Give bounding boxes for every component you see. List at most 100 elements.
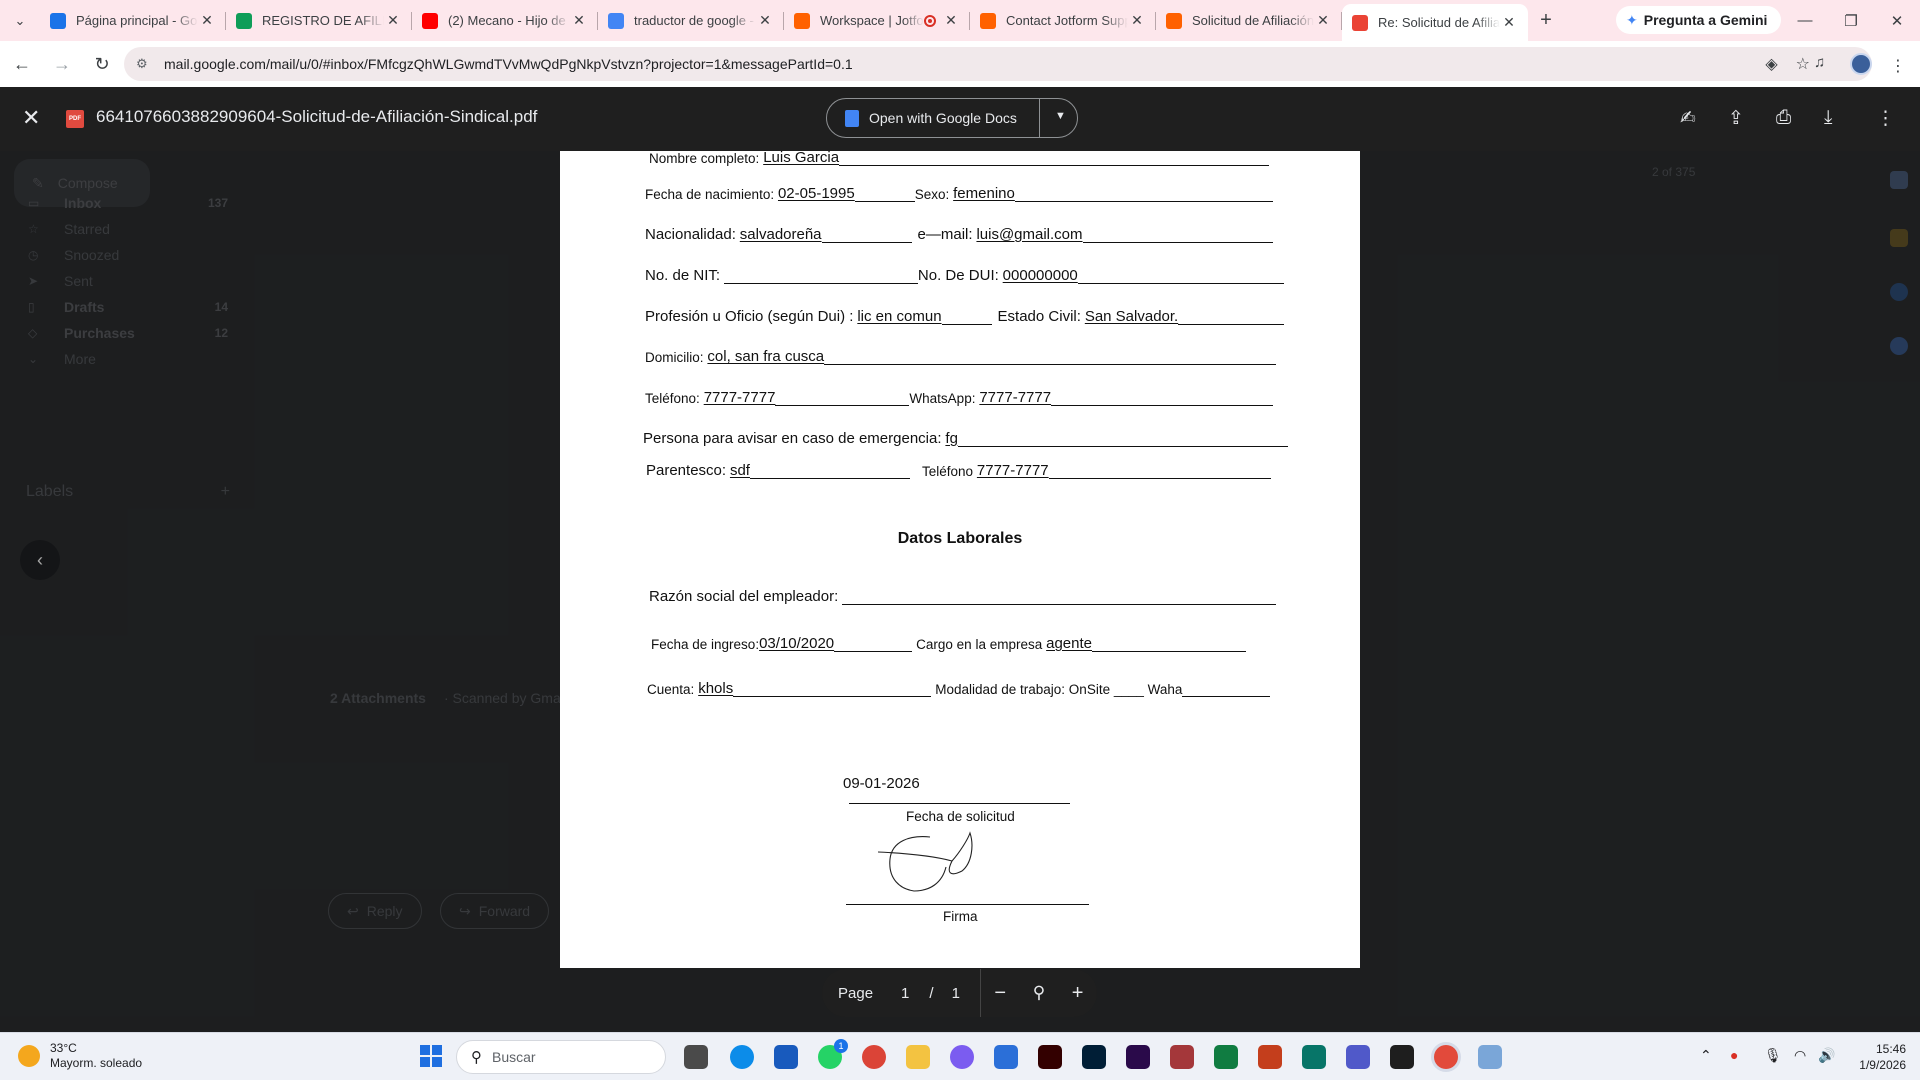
task-view-icon[interactable] <box>684 1045 708 1069</box>
system-clock[interactable]: 15:46 1/9/2026 <box>1859 1041 1906 1073</box>
wifi-icon[interactable]: ◠ <box>1794 1047 1806 1064</box>
antivirus-icon[interactable]: ● <box>1730 1047 1738 1063</box>
profile-avatar[interactable] <box>1850 53 1872 75</box>
tab-close-icon[interactable]: ✕ <box>1500 14 1518 31</box>
premiere-icon[interactable] <box>1126 1045 1150 1069</box>
sticky-notes-icon[interactable] <box>1390 1045 1414 1069</box>
publisher-icon[interactable] <box>1302 1045 1326 1069</box>
microphone-icon[interactable]: 🎙 <box>1764 1047 1782 1064</box>
chrome-active-icon[interactable] <box>1434 1045 1458 1069</box>
sun-icon <box>18 1045 40 1067</box>
store-icon[interactable] <box>994 1045 1018 1069</box>
browser-tab[interactable]: (2) Mecano - Hijo de ✕ <box>412 4 598 37</box>
minimize-icon[interactable]: — <box>1782 0 1828 41</box>
volume-icon[interactable]: 🔊 <box>1818 1047 1835 1064</box>
browser-tab[interactable]: REGISTRO DE AFILIAC✕ <box>226 4 412 37</box>
browser-tab[interactable]: Página principal - Goo ✕ <box>40 4 226 37</box>
browser-menu-icon[interactable]: ⋮ <box>1890 56 1906 76</box>
current-page-input[interactable]: 1 <box>901 985 909 1002</box>
domicilio-value: col, san fra cusca <box>707 348 825 365</box>
tab-close-icon[interactable]: ✕ <box>570 12 588 29</box>
tab-title: Página principal - Goo <box>76 13 198 28</box>
windows-start-icon[interactable] <box>420 1045 442 1067</box>
word-icon[interactable] <box>774 1045 798 1069</box>
edge-icon[interactable] <box>730 1045 754 1069</box>
weather-widget[interactable]: 33°C Mayorm. soleado <box>18 1041 142 1071</box>
viewer-header: ✕ PDF 6641076603882909604-Solicitud-de-A… <box>0 87 1920 151</box>
razon-label: Razón social del empleador: <box>649 588 839 605</box>
back-arrow-icon[interactable]: ← <box>4 46 40 82</box>
tab-title: Re: Solicitud de Afilia <box>1378 15 1500 30</box>
close-viewer-icon[interactable]: ✕ <box>22 105 40 131</box>
tab-favicon-icon <box>1352 14 1368 31</box>
fecha-solicitud-label: Fecha de solicitud <box>906 809 1015 824</box>
field-domicilio: Domicilio: col, san fra cusca <box>645 348 1277 365</box>
tab-close-icon[interactable]: ✕ <box>1128 12 1146 29</box>
parentesco-value: sdf <box>729 462 750 479</box>
zoom-reset-icon[interactable]: ⚲ <box>1020 983 1059 1003</box>
sexo-value: femenino <box>953 185 1015 202</box>
photoshop-icon[interactable] <box>1082 1045 1106 1069</box>
tab-favicon-icon <box>1166 12 1182 29</box>
window-close-icon[interactable]: ✕ <box>1874 0 1920 41</box>
fill-line <box>957 431 1288 447</box>
windows-taskbar: 33°C Mayorm. soleado ⚲ Buscar 1 ⌃ ● 🎙 ◠ … <box>0 1032 1920 1080</box>
whatsapp-value: 7777-7777 <box>979 389 1052 406</box>
zoom-in-icon[interactable]: + <box>1058 982 1097 1005</box>
restore-icon[interactable]: ❐ <box>1828 0 1874 41</box>
more-options-icon[interactable]: ⋮ <box>1876 107 1895 130</box>
chrome-icon[interactable] <box>862 1045 886 1069</box>
browser-tab[interactable]: Re: Solicitud de Afilia ✕ <box>1342 4 1528 41</box>
tab-close-icon[interactable]: ✕ <box>756 12 774 29</box>
site-settings-icon[interactable]: ⚙ <box>136 56 154 72</box>
tab-close-icon[interactable]: ✕ <box>384 12 402 29</box>
browser-tab[interactable]: Contact Jotform Supp ✕ <box>970 4 1156 37</box>
address-bar[interactable]: ⚙ mail.google.com/mail/u/0/#inbox/FMfcgz… <box>124 47 1872 81</box>
whatsapp-icon[interactable]: 1 <box>818 1039 848 1069</box>
media-control-icon[interactable]: ♫ <box>1814 54 1825 71</box>
tab-title: (2) Mecano - Hijo de <box>448 13 566 28</box>
fill-line <box>854 186 915 202</box>
tab-close-icon[interactable]: ✕ <box>1314 12 1332 29</box>
field-nombre: Nombre completo: Luis Garcia <box>649 149 1270 166</box>
field-telefono: Teléfono: 7777-7777 WhatsApp: 7777-7777 <box>645 389 1274 406</box>
tab-favicon-icon <box>236 12 252 29</box>
eye-off-icon[interactable]: ◈ <box>1765 54 1777 74</box>
nacimiento-label: Fecha de nacimiento: <box>645 187 775 202</box>
bookmark-star-icon[interactable]: ☆ <box>1796 54 1810 74</box>
copilot-icon[interactable] <box>950 1045 974 1069</box>
tray-chevron-icon[interactable]: ⌃ <box>1700 1047 1712 1064</box>
excel-icon[interactable] <box>1214 1045 1238 1069</box>
browser-tab[interactable]: Solicitud de Afiliación ✕ <box>1156 4 1342 37</box>
tab-search-chevron-icon[interactable]: ⌄ <box>0 0 40 41</box>
zoom-out-icon[interactable]: − <box>981 982 1020 1005</box>
open-with-docs-button[interactable]: Open with Google Docs ▼ <box>826 98 1078 138</box>
print-icon[interactable]: ⎙ <box>1776 107 1791 129</box>
annotate-icon[interactable]: ✍ <box>1680 107 1696 130</box>
forward-arrow-icon[interactable]: → <box>44 46 80 82</box>
file-explorer-icon[interactable] <box>906 1045 930 1069</box>
fill-line <box>1048 463 1271 479</box>
tab-close-icon[interactable]: ✕ <box>942 12 960 29</box>
tab-close-icon[interactable]: ✕ <box>198 12 216 29</box>
download-icon[interactable]: ⤓ <box>1824 107 1832 129</box>
illustrator-icon[interactable] <box>1038 1045 1062 1069</box>
browser-tab[interactable]: traductor de google - ✕ <box>598 4 784 37</box>
browser-tab[interactable]: Workspace | Jotfo ✕ <box>784 4 970 37</box>
access-icon[interactable] <box>1170 1045 1194 1069</box>
tab-favicon-icon <box>422 12 438 29</box>
dropdown-caret-icon[interactable]: ▼ <box>1055 110 1066 122</box>
fill-line <box>749 463 910 479</box>
new-tab-button[interactable]: + <box>1528 4 1564 37</box>
gemini-button[interactable]: ✦ Pregunta a Gemini <box>1616 6 1782 34</box>
add-to-drive-icon[interactable]: ⇪ <box>1728 107 1744 130</box>
gemini-sparkle-icon: ✦ <box>1626 11 1638 28</box>
reload-icon[interactable]: ↻ <box>84 46 120 82</box>
telefono-label: Teléfono: <box>645 391 700 406</box>
powerpoint-icon[interactable] <box>1258 1045 1282 1069</box>
taskbar-search[interactable]: ⚲ Buscar <box>456 1040 666 1074</box>
pen-tool-icon[interactable] <box>1478 1045 1502 1069</box>
url-text[interactable]: mail.google.com/mail/u/0/#inbox/FMfcgzQh… <box>164 56 853 72</box>
teams-icon[interactable] <box>1346 1045 1370 1069</box>
fecha-solicitud-value: 09-01-2026 <box>843 775 920 792</box>
